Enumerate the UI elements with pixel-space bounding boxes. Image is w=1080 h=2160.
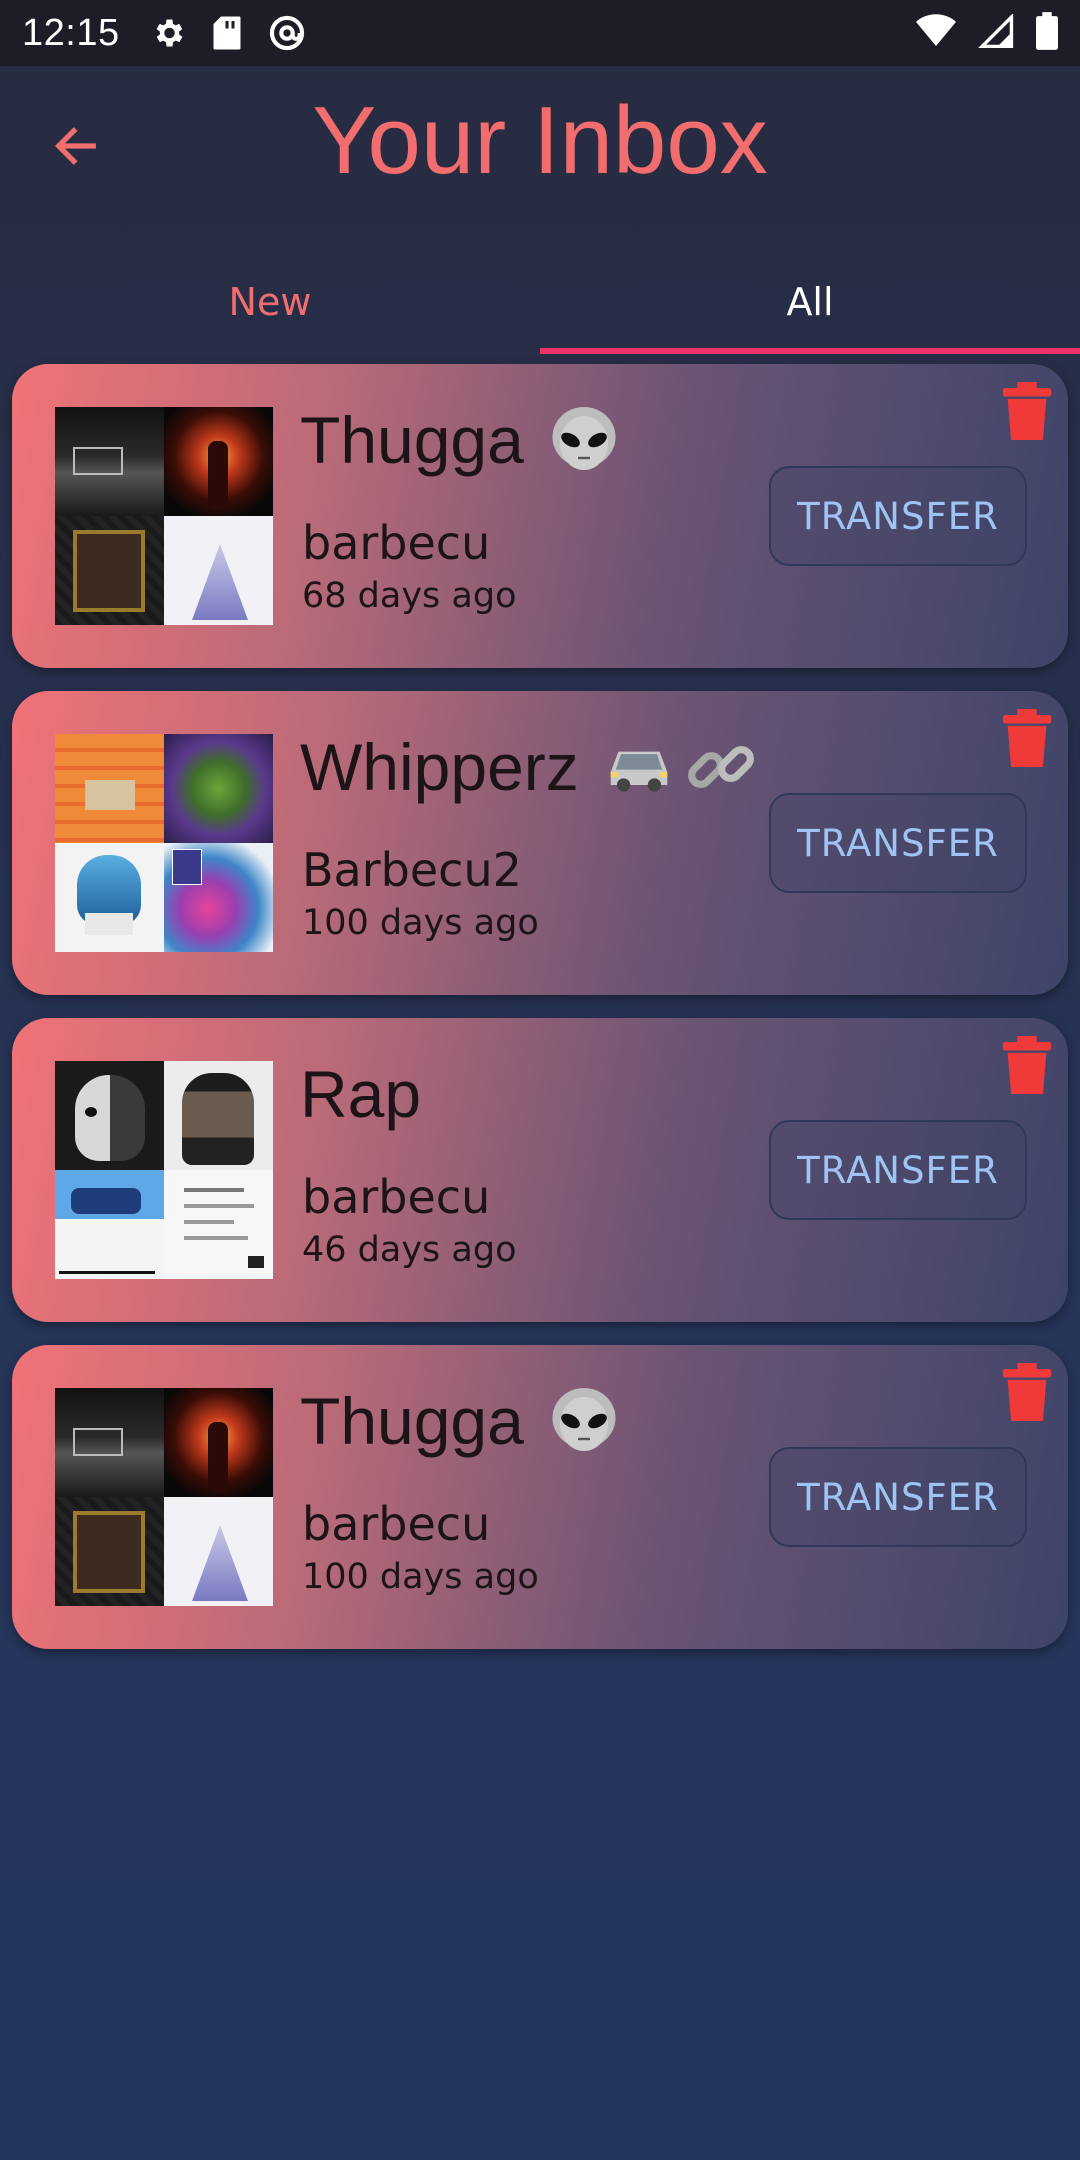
link-emoji-icon [687, 746, 754, 788]
received-time: 100 days ago [302, 903, 539, 943]
album-cover [164, 1061, 273, 1170]
trash-icon [1002, 382, 1052, 440]
playlist-owner: barbecu [302, 1170, 491, 1224]
inbox-list: Thugga barbecu 68 days ago TRANSFER Whip… [12, 364, 1068, 1672]
wifi-icon [916, 14, 956, 52]
playlist-cover-grid [55, 1388, 273, 1606]
delete-button[interactable] [1002, 709, 1052, 767]
status-bar: 12:15 [0, 0, 1080, 66]
at-sign-icon [268, 14, 306, 52]
album-cover [55, 1497, 164, 1606]
album-cover [164, 1497, 273, 1606]
album-cover [164, 407, 273, 516]
trash-icon [1002, 1363, 1052, 1421]
emoji-group [603, 731, 757, 803]
tab-all-label: All [786, 280, 834, 324]
playlist-title-text: Thugga [300, 403, 524, 477]
tab-indicator [540, 348, 1080, 354]
transfer-button[interactable]: TRANSFER [769, 466, 1027, 566]
trash-icon [1002, 1036, 1052, 1094]
playlist-title: Whipperz [300, 729, 757, 805]
cell-signal-icon [977, 12, 1014, 52]
delete-button[interactable] [1002, 382, 1052, 440]
status-time: 12:15 [22, 11, 120, 54]
playlist-owner: Barbecu2 [302, 843, 522, 897]
tab-bar: New All [0, 250, 1080, 354]
tab-all[interactable]: All [540, 250, 1080, 354]
car-emoji-icon [610, 751, 668, 792]
settings-icon [150, 15, 186, 51]
playlist-title: Thugga [300, 402, 620, 478]
album-cover [55, 516, 164, 625]
inbox-card[interactable]: Thugga barbecu 68 days ago TRANSFER [12, 364, 1068, 668]
trash-icon [1002, 709, 1052, 767]
playlist-cover-grid [55, 407, 273, 625]
transfer-button[interactable]: TRANSFER [769, 793, 1027, 893]
alien-emoji-icon [548, 1388, 620, 1454]
sd-card-icon [212, 15, 242, 51]
album-cover [55, 1061, 164, 1170]
alien-emoji-icon [548, 407, 620, 473]
album-cover [55, 734, 164, 843]
playlist-owner: barbecu [302, 516, 491, 570]
album-cover [164, 516, 273, 625]
received-time: 100 days ago [302, 1557, 539, 1597]
received-time: 68 days ago [302, 576, 517, 616]
album-cover [55, 1170, 164, 1279]
album-cover [55, 843, 164, 952]
inbox-card[interactable]: Thugga barbecu 100 days ago TRANSFER [12, 1345, 1068, 1649]
playlist-cover-grid [55, 734, 273, 952]
playlist-title-text: Rap [300, 1057, 422, 1131]
battery-icon [1036, 12, 1058, 54]
playlist-owner: barbecu [302, 1497, 491, 1551]
playlist-title: Rap [300, 1056, 421, 1132]
inbox-card[interactable]: Whipperz Barbecu2 100 days ago TRANSFER [12, 691, 1068, 995]
album-cover [164, 843, 273, 952]
delete-button[interactable] [1002, 1036, 1052, 1094]
delete-button[interactable] [1002, 1363, 1052, 1421]
album-cover [164, 1170, 273, 1279]
album-cover [164, 1388, 273, 1497]
playlist-title: Thugga [300, 1383, 620, 1459]
tab-new[interactable]: New [0, 250, 540, 354]
playlist-title-text: Whipperz [300, 730, 579, 804]
inbox-card[interactable]: Rap barbecu 46 days ago TRANSFER [12, 1018, 1068, 1322]
album-cover [55, 407, 164, 516]
status-right-icons [916, 12, 1058, 54]
playlist-cover-grid [55, 1061, 273, 1279]
transfer-button[interactable]: TRANSFER [769, 1120, 1027, 1220]
received-time: 46 days ago [302, 1230, 517, 1270]
album-cover [164, 734, 273, 843]
app-header: Your Inbox [0, 66, 1080, 226]
album-cover [55, 1388, 164, 1497]
transfer-button[interactable]: TRANSFER [769, 1447, 1027, 1547]
page-title: Your Inbox [312, 87, 768, 194]
playlist-title-text: Thugga [300, 1384, 524, 1458]
